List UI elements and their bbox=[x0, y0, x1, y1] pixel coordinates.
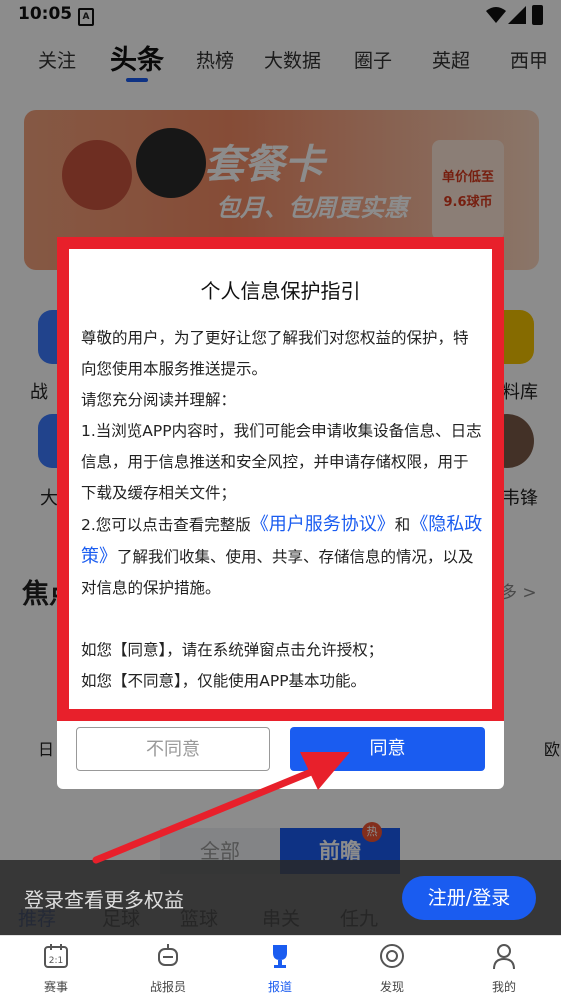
user-agreement-link[interactable]: 《用户服务协议》 bbox=[251, 514, 395, 535]
nav-reporter[interactable]: 战报员 bbox=[128, 936, 208, 998]
agree-button[interactable]: 同意 bbox=[290, 727, 485, 771]
intro-paragraph: 尊敬的用户，为了更好让您了解我们对您权益的保护，特向您使用本服务推送提示。 bbox=[81, 329, 469, 378]
nav-mine-label: 我的 bbox=[491, 980, 516, 994]
nav-reporter-label: 战报员 bbox=[149, 980, 186, 994]
dialog-title: 个人信息保护指引 bbox=[200, 279, 361, 303]
disagree-note: 如您【不同意】，仅能使用APP基本功能。 bbox=[81, 672, 367, 690]
nav-mine[interactable]: 我的 bbox=[464, 936, 544, 998]
login-prompt-text: 登录查看更多权益 bbox=[24, 888, 184, 912]
policy-prefix: 2.您可以点击查看完整版 bbox=[81, 516, 251, 534]
privacy-dialog: 个人信息保护指引 尊敬的用户，为了更好让您了解我们对您权益的保护，特向您使用本服… bbox=[57, 237, 504, 789]
discover-icon bbox=[380, 944, 404, 968]
nav-matches[interactable]: 2:1 赛事 bbox=[16, 936, 96, 998]
read-prompt: 请您充分阅读并理解： bbox=[81, 391, 237, 409]
nav-reports-label: 报道 bbox=[267, 980, 292, 994]
dialog-body: 尊敬的用户，为了更好让您了解我们对您权益的保护，特向您使用本服务推送提示。 请您… bbox=[81, 323, 483, 697]
login-prompt-bar: 登录查看更多权益 注册/登录 bbox=[0, 860, 561, 936]
register-login-button[interactable]: 注册/登录 bbox=[402, 876, 536, 920]
robot-icon bbox=[158, 944, 178, 966]
policy-suffix: 了解我们收集、使用、共享、存储信息的情况，以及对信息的保护措施。 bbox=[81, 548, 474, 597]
policy-and: 和 bbox=[394, 516, 411, 534]
agree-note: 如您【同意】，请在系统弹窗点击允许授权； bbox=[81, 641, 384, 659]
nav-matches-label: 赛事 bbox=[43, 980, 68, 994]
policy-paragraph: 2.您可以点击查看完整版《用户服务协议》和《隐私政策》了解我们收集、使用、共享、… bbox=[81, 509, 483, 604]
nav-discover-label: 发现 bbox=[379, 980, 404, 994]
nav-discover[interactable]: 发现 bbox=[352, 936, 432, 998]
svg-text:2:1: 2:1 bbox=[49, 956, 63, 966]
bottom-nav: 2:1 赛事 战报员 报道 发现 我的 bbox=[0, 935, 561, 998]
permission-paragraph: 1.当浏览APP内容时，我们可能会申请收集设备信息、日志信息，用于信息推送和安全… bbox=[81, 422, 482, 502]
user-icon bbox=[493, 944, 515, 970]
disagree-button[interactable]: 不同意 bbox=[76, 727, 270, 771]
trophy-icon bbox=[273, 945, 287, 968]
nav-reports[interactable]: 报道 bbox=[240, 936, 320, 998]
calendar-icon: 2:1 bbox=[44, 944, 68, 968]
